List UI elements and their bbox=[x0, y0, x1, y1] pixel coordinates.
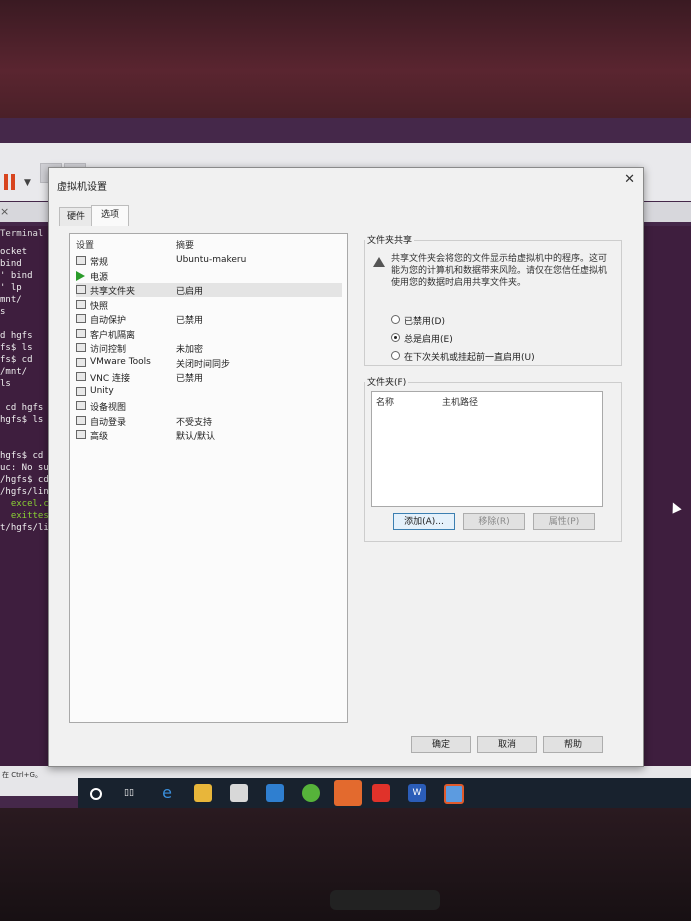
radio-until-poweroff-indicator bbox=[391, 351, 400, 360]
close-icon[interactable]: × bbox=[0, 205, 10, 219]
radio-until-poweroff[interactable]: 在下次关机或挂起前一直启用(U) bbox=[391, 349, 611, 363]
folder-properties-button[interactable]: 属性(P) bbox=[533, 513, 595, 530]
warning-icon bbox=[373, 257, 385, 267]
tab-options[interactable]: 选项 bbox=[91, 205, 129, 226]
setting-name: 快照 bbox=[90, 301, 109, 312]
folders-col-host-path: 主机路径 bbox=[442, 398, 479, 408]
cortana-icon[interactable] bbox=[90, 788, 102, 800]
cancel-button[interactable]: 取消 bbox=[477, 736, 537, 753]
settings-row[interactable]: 自动保护 已禁用 bbox=[76, 312, 342, 326]
word-icon[interactable]: W bbox=[408, 784, 426, 802]
settings-row[interactable]: VMware Tools 关闭时间同步 bbox=[76, 356, 342, 370]
app-red-icon[interactable] bbox=[372, 784, 390, 802]
setting-name: 自动登录 bbox=[90, 417, 127, 428]
taskbar: ▯▯ e W bbox=[78, 778, 691, 808]
settings-row[interactable]: 访问控制 未加密 bbox=[76, 341, 342, 355]
remove-folder-button[interactable]: 移除(R) bbox=[463, 513, 525, 530]
setting-name: 常规 bbox=[90, 258, 109, 268]
settings-row[interactable]: 快照 bbox=[76, 298, 342, 312]
setting-name: 共享文件夹 bbox=[90, 287, 136, 297]
setting-name: 设备视图 bbox=[90, 403, 127, 413]
chat-icon[interactable] bbox=[334, 780, 362, 806]
autologin-icon bbox=[76, 415, 86, 425]
wechat-icon[interactable] bbox=[302, 784, 320, 802]
column-header-setting: 设置 bbox=[76, 241, 95, 251]
setting-name: 高级 bbox=[90, 432, 109, 442]
vmware-icon[interactable] bbox=[444, 784, 464, 804]
monitor-icon bbox=[76, 256, 86, 265]
unity-icon bbox=[76, 386, 86, 396]
setting-name: VMware Tools bbox=[90, 356, 151, 367]
setting-summary: 不受支持 bbox=[176, 417, 213, 428]
setting-name: 自动保护 bbox=[90, 316, 127, 326]
add-folder-button[interactable]: 添加(A)... bbox=[393, 513, 455, 530]
column-header-summary: 摘要 bbox=[176, 241, 195, 251]
power-play-icon bbox=[76, 270, 85, 281]
screen: ▼ × Terminal H ocket bind ' bind ' lp mnt/s d… bbox=[0, 118, 691, 808]
radio-always-enabled[interactable]: 总是启用(E) bbox=[391, 331, 591, 345]
vm-settings-dialog: 虚拟机设置 ✕ 硬件 选项 设置 摘要 常规 Ubuntu-makeru 电源 共享文… bbox=[48, 167, 644, 767]
setting-name: 访问控制 bbox=[90, 345, 127, 355]
isolation-icon bbox=[76, 328, 86, 338]
folder-sharing-group: 文件夹共享 共享文件夹会将您的文件显示给虚拟机中的程序。这可能为您的计算机和数据… bbox=[364, 233, 622, 366]
settings-row[interactable]: 常规 Ubuntu-makeru bbox=[76, 254, 342, 268]
folders-col-name: 名称 bbox=[376, 398, 395, 408]
setting-name: 电源 bbox=[90, 272, 109, 283]
explorer-icon[interactable] bbox=[194, 784, 212, 802]
pause-icon[interactable] bbox=[4, 174, 18, 190]
vnc-icon bbox=[76, 372, 86, 381]
setting-name: 客户机隔离 bbox=[90, 330, 136, 341]
folders-group: 文件夹(F) 名称 主机路径 添加(A)... 移除(R) 属性(P) bbox=[364, 375, 622, 542]
sharing-warning-text: 共享文件夹会将您的文件显示给虚拟机中的程序。这可能为您的计算机和数据带来风险。请… bbox=[391, 254, 608, 288]
vmware-tools-icon bbox=[76, 357, 86, 367]
settings-row[interactable]: 共享文件夹 已启用 bbox=[76, 283, 342, 297]
setting-summary: Ubuntu-makeru bbox=[176, 255, 247, 265]
shared-folder-icon bbox=[76, 285, 86, 294]
settings-row[interactable]: VNC 连接 已禁用 bbox=[76, 370, 342, 384]
help-button[interactable]: 帮助 bbox=[543, 736, 603, 753]
device-view-icon bbox=[76, 401, 86, 410]
setting-name: Unity bbox=[90, 385, 114, 396]
settings-row[interactable]: 高级 默认/默认 bbox=[76, 428, 342, 442]
settings-row[interactable]: Unity bbox=[76, 385, 342, 399]
settings-list: 设置 摘要 常规 Ubuntu-makeru 电源 共享文件夹 已启用 快照 自动保护 已禁用… bbox=[69, 233, 348, 723]
radio-always-enabled-label: 总是启用(E) bbox=[404, 335, 453, 345]
close-icon[interactable]: ✕ bbox=[624, 172, 635, 187]
ok-button[interactable]: 确定 bbox=[411, 736, 471, 753]
radio-disabled-label: 已禁用(D) bbox=[404, 317, 445, 327]
setting-summary: 默认/默认 bbox=[176, 432, 216, 442]
store-icon[interactable] bbox=[230, 784, 248, 802]
tab-hardware[interactable]: 硬件 bbox=[59, 207, 93, 226]
access-control-icon bbox=[76, 343, 86, 352]
setting-summary: 未加密 bbox=[176, 345, 204, 355]
monitor-stand-glow bbox=[330, 890, 440, 910]
setting-summary: 已禁用 bbox=[176, 374, 204, 384]
snapshot-icon bbox=[76, 299, 86, 309]
radio-disabled-indicator bbox=[391, 315, 400, 324]
advanced-icon bbox=[76, 430, 86, 439]
monitor-bezel-top bbox=[0, 0, 691, 118]
settings-row[interactable]: 自动登录 不受支持 bbox=[76, 414, 342, 428]
radio-until-poweroff-label: 在下次关机或挂起前一直启用(U) bbox=[404, 353, 535, 363]
taskview-icon[interactable]: ▯▯ bbox=[120, 784, 138, 802]
mail-icon[interactable] bbox=[266, 784, 284, 802]
settings-row[interactable]: 设备视图 bbox=[76, 399, 342, 413]
dialog-title: 虚拟机设置 bbox=[57, 182, 107, 193]
setting-name: VNC 连接 bbox=[90, 374, 131, 384]
chevron-down-icon[interactable]: ▼ bbox=[24, 178, 31, 188]
setting-summary: 已启用 bbox=[176, 287, 204, 297]
settings-row[interactable]: 客户机隔离 bbox=[76, 327, 342, 341]
settings-row[interactable]: 电源 bbox=[76, 269, 342, 283]
radio-disabled[interactable]: 已禁用(D) bbox=[391, 313, 591, 327]
setting-summary: 已禁用 bbox=[176, 316, 204, 326]
radio-always-enabled-indicator bbox=[391, 333, 400, 342]
status-text: 在 Ctrl+G。 bbox=[2, 771, 42, 779]
folder-sharing-label: 文件夹共享 bbox=[365, 233, 415, 246]
edge-icon[interactable]: e bbox=[158, 784, 176, 802]
folders-label: 文件夹(F) bbox=[365, 375, 409, 388]
autoprotect-icon bbox=[76, 314, 86, 323]
setting-summary: 关闭时间同步 bbox=[176, 359, 231, 370]
terminal-title: Terminal H bbox=[0, 229, 55, 239]
folders-list[interactable]: 名称 主机路径 bbox=[371, 391, 603, 507]
